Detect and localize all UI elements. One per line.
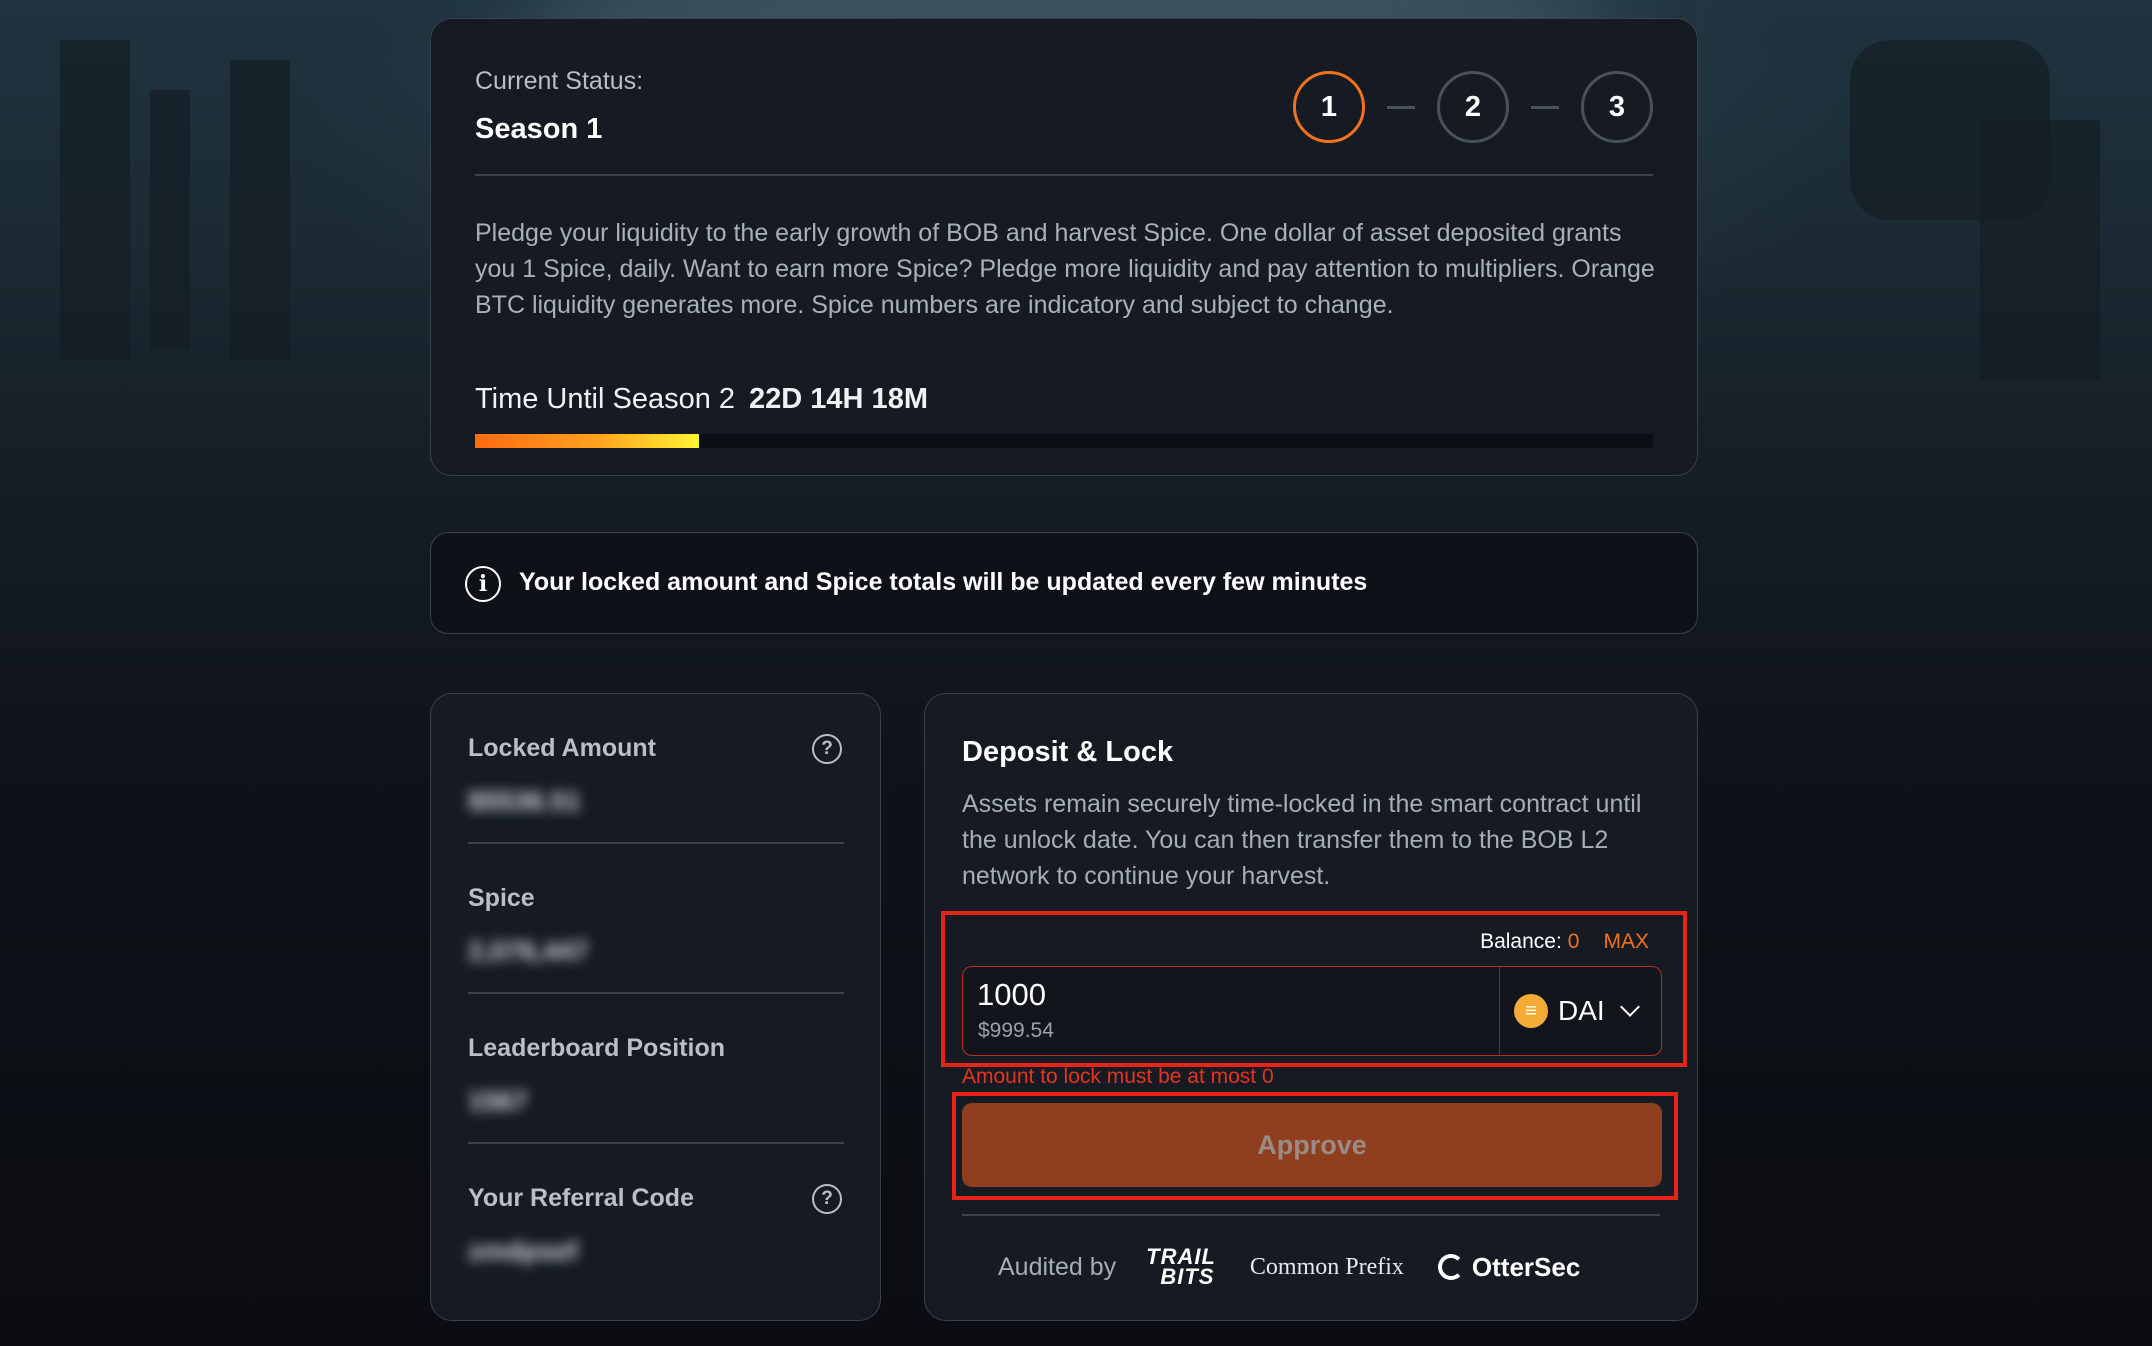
max-button[interactable]: MAX bbox=[1603, 930, 1649, 953]
approve-button[interactable]: Approve bbox=[962, 1103, 1662, 1187]
amount-usd-value: $999.54 bbox=[978, 1019, 1054, 1042]
ottersec-logo: OtterSec bbox=[1437, 1251, 1581, 1283]
season-countdown: Time Until Season 2 22D 14H 18M bbox=[475, 383, 928, 416]
step-connector bbox=[1531, 105, 1559, 109]
balance-value: 0 bbox=[1567, 930, 1580, 953]
info-banner: i Your locked amount and Spice totals wi… bbox=[430, 532, 1698, 634]
info-text: Your locked amount and Spice totals will… bbox=[519, 568, 1368, 596]
info-icon: i bbox=[465, 566, 501, 602]
chevron-down-icon bbox=[1619, 997, 1640, 1017]
stat-locked-amount: Locked Amount ? $5536.51 bbox=[468, 694, 844, 844]
token-name: DAI bbox=[1558, 995, 1605, 1026]
season-progress-fill bbox=[475, 434, 699, 448]
amount-input[interactable] bbox=[977, 977, 1477, 1013]
stat-label: Leaderboard Position bbox=[468, 1034, 725, 1062]
countdown-label: Time Until Season 2 bbox=[475, 383, 736, 415]
deposit-description: Assets remain securely time-locked in th… bbox=[962, 790, 1642, 890]
balance-row: Balance: 0 MAX bbox=[1480, 930, 1649, 954]
divider bbox=[962, 1214, 1660, 1216]
status-label: Current Status: bbox=[475, 67, 644, 95]
stat-label: Locked Amount bbox=[468, 734, 656, 762]
question-icon[interactable]: ? bbox=[812, 1184, 842, 1214]
stat-referral-code: Your Referral Code ? zmdpsef bbox=[468, 1144, 844, 1294]
audited-by-label: Audited by bbox=[998, 1252, 1117, 1281]
auditors-row: Audited by TRAIL BITS Common Prefix Otte… bbox=[998, 1242, 1580, 1292]
stat-value[interactable]: zmdpsef bbox=[468, 1236, 578, 1267]
step-3: 3 bbox=[1581, 71, 1653, 143]
season-stepper: 1 2 3 bbox=[1293, 71, 1653, 143]
stat-leaderboard-position: Leaderboard Position 1567 bbox=[468, 994, 844, 1144]
step-2: 2 bbox=[1437, 71, 1509, 143]
divider bbox=[475, 174, 1653, 176]
question-icon[interactable]: ? bbox=[812, 734, 842, 764]
stat-label: Your Referral Code bbox=[468, 1184, 694, 1212]
balance-label: Balance: bbox=[1480, 930, 1562, 953]
step-1: 1 bbox=[1293, 71, 1365, 143]
ottersec-label: OtterSec bbox=[1471, 1251, 1581, 1282]
stat-value: $5536.51 bbox=[468, 786, 581, 816]
common-prefix-logo: Common Prefix bbox=[1249, 1253, 1404, 1280]
user-stats-card: Locked Amount ? $5536.51 Spice 2,076,447… bbox=[430, 693, 881, 1321]
season-description: Pledge your liquidity to the early growt… bbox=[475, 219, 1655, 319]
stat-label: Spice bbox=[468, 884, 535, 912]
amount-error: Amount to lock must be at most 0 bbox=[962, 1065, 1274, 1088]
amount-field: $999.54 ≡ DAI bbox=[962, 966, 1662, 1056]
token-select[interactable]: ≡ DAI bbox=[1499, 967, 1661, 1055]
countdown-value: 22D 14H 18M bbox=[749, 383, 928, 415]
step-connector bbox=[1387, 105, 1415, 109]
dai-token-icon: ≡ bbox=[1514, 994, 1548, 1028]
stat-spice: Spice 2,076,447 bbox=[468, 844, 844, 994]
season-name: Season 1 bbox=[475, 113, 603, 145]
deposit-lock-card: Deposit & Lock Assets remain securely ti… bbox=[924, 693, 1698, 1321]
season-status-card: Current Status: Season 1 1 2 3 Pledge yo… bbox=[430, 18, 1698, 476]
stat-value: 2,076,447 bbox=[468, 936, 589, 966]
deposit-title: Deposit & Lock bbox=[962, 736, 1174, 768]
ottersec-icon bbox=[1437, 1254, 1464, 1280]
stat-value: 1567 bbox=[468, 1086, 529, 1116]
season-progress-bar bbox=[475, 434, 1653, 448]
trail-of-bits-logo: TRAIL BITS bbox=[1146, 1244, 1216, 1289]
